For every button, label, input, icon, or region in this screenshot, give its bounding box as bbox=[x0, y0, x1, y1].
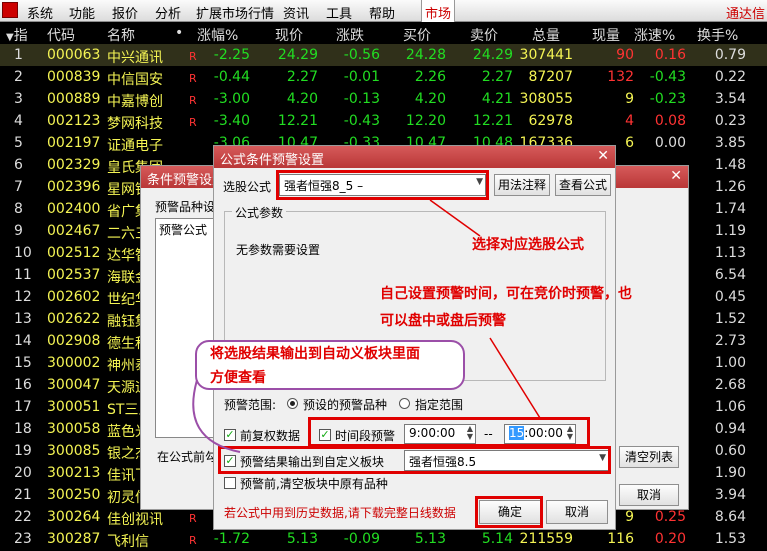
arrow-period bbox=[489, 337, 541, 419]
annotation-output-1: 将选股结果输出到自动义板块里面 bbox=[210, 346, 420, 362]
annotation-formula: 选择对应选股公式 bbox=[472, 237, 584, 253]
annotation-time-2: 可以盘中或盘后预警 bbox=[380, 313, 506, 329]
annotation-arrows bbox=[192, 199, 541, 453]
arrow-formula bbox=[429, 199, 481, 237]
annotation-output-2: 方便查看 bbox=[210, 370, 266, 386]
arrow-output bbox=[192, 379, 241, 453]
annotation-time-1: 自己设置预警时间，可在竞价时预警，也 bbox=[380, 286, 632, 302]
